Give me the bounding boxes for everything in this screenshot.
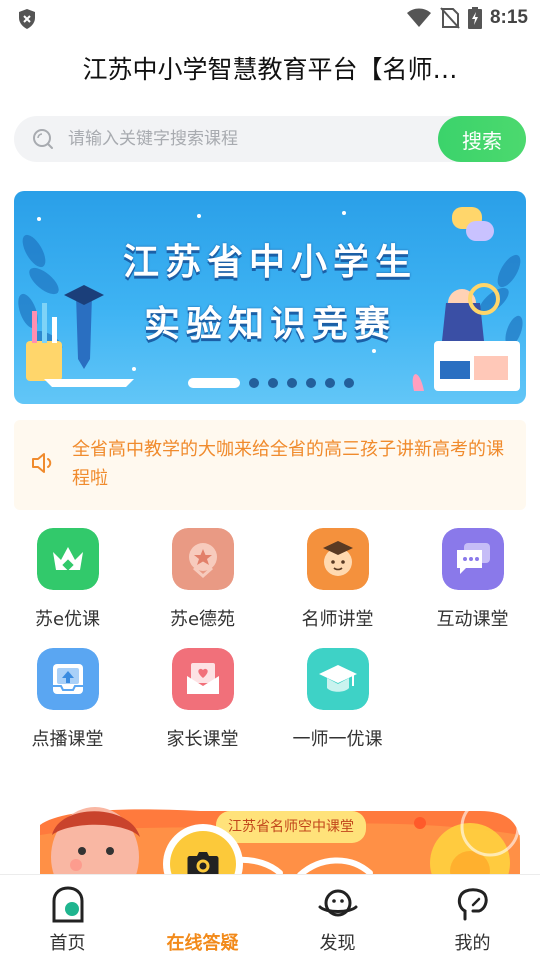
notice-bar[interactable]: 全省高中教学的大咖来给全省的高三孩子讲新高考的课程啦 xyxy=(14,420,526,510)
tab-online-qa[interactable]: 在线答疑 xyxy=(135,875,270,960)
feature-label: 苏e优课 xyxy=(34,609,101,630)
status-bar: 8:15 xyxy=(0,0,540,36)
promo-tag: 江苏省名师空中课堂 xyxy=(216,811,366,843)
crown-icon xyxy=(37,528,99,590)
page-title: 江苏中小学智慧教育平台【名师… xyxy=(82,55,458,84)
chat-icon xyxy=(442,528,504,590)
promo-banner[interactable]: 江苏省名师空中课堂 xyxy=(0,785,540,885)
feature-su-e-youke[interactable]: 苏e优课 xyxy=(0,525,135,635)
feature-label: 苏e德苑 xyxy=(169,609,236,630)
tab-label: 我的 xyxy=(454,933,491,954)
feature-label: 一师一优课 xyxy=(292,729,383,750)
carousel-dot[interactable] xyxy=(268,378,278,388)
tab-label: 在线答疑 xyxy=(166,933,239,954)
carousel-dot[interactable] xyxy=(287,378,297,388)
feature-label: 家长课堂 xyxy=(166,729,239,750)
feature-yishi-yiyouke[interactable]: 一师一优课 xyxy=(270,645,405,755)
carousel-dot[interactable] xyxy=(344,378,354,388)
status-time: 8:15 xyxy=(489,7,528,28)
feature-su-e-deyuan[interactable]: 苏e德苑 xyxy=(135,525,270,635)
tab-bar: 首页 在线答疑 发现 我的 xyxy=(0,874,540,960)
feature-dianbo-ketang[interactable]: 点播课堂 xyxy=(0,645,135,755)
feature-label: 点播课堂 xyxy=(31,729,104,750)
tab-mine[interactable]: 我的 xyxy=(405,875,540,960)
battery-charging-icon xyxy=(467,7,482,29)
tab-label: 发现 xyxy=(319,933,356,954)
banner-title-line2: 实验知识竞赛 xyxy=(143,304,396,345)
upload-tray-icon xyxy=(37,648,99,710)
shield-x-icon xyxy=(19,9,35,29)
carousel-dots xyxy=(188,378,354,388)
feature-hudong-ketang[interactable]: 互动课堂 xyxy=(405,525,540,635)
heart-mail-icon xyxy=(172,648,234,710)
search-bar: 搜索 xyxy=(14,116,526,162)
banner-carousel[interactable]: 江苏省中小学生 实验知识竞赛 xyxy=(14,191,526,404)
speaker-icon xyxy=(32,453,52,473)
planet-icon xyxy=(318,889,358,917)
search-input[interactable] xyxy=(68,116,438,162)
tab-home[interactable]: 首页 xyxy=(0,875,135,960)
notice-text: 全省高中教学的大咖来给全省的高三孩子讲新高考的课程啦 xyxy=(72,439,504,489)
search-button[interactable]: 搜索 xyxy=(438,116,526,162)
feature-label: 名师讲堂 xyxy=(301,609,374,630)
profile-icon xyxy=(457,888,488,921)
graduation-cap-icon xyxy=(307,648,369,710)
tab-discover[interactable]: 发现 xyxy=(270,875,405,960)
carousel-dot[interactable] xyxy=(249,378,259,388)
carousel-dot[interactable] xyxy=(325,378,335,388)
feature-jiazhang-ketang[interactable]: 家长课堂 xyxy=(135,645,270,755)
teacher-icon xyxy=(307,528,369,590)
carousel-dot[interactable] xyxy=(188,378,240,388)
carousel-dot[interactable] xyxy=(306,378,316,388)
tab-label: 首页 xyxy=(49,933,86,954)
feature-label: 互动课堂 xyxy=(436,609,509,630)
medal-icon xyxy=(172,528,234,590)
no-sim-icon xyxy=(440,7,460,29)
feature-mingshi-jiangtang[interactable]: 名师讲堂 xyxy=(270,525,405,635)
search-icon xyxy=(33,129,53,149)
banner-title-line1: 江苏省中小学生 xyxy=(122,242,417,283)
home-icon xyxy=(52,886,84,923)
wifi-icon xyxy=(406,8,431,27)
